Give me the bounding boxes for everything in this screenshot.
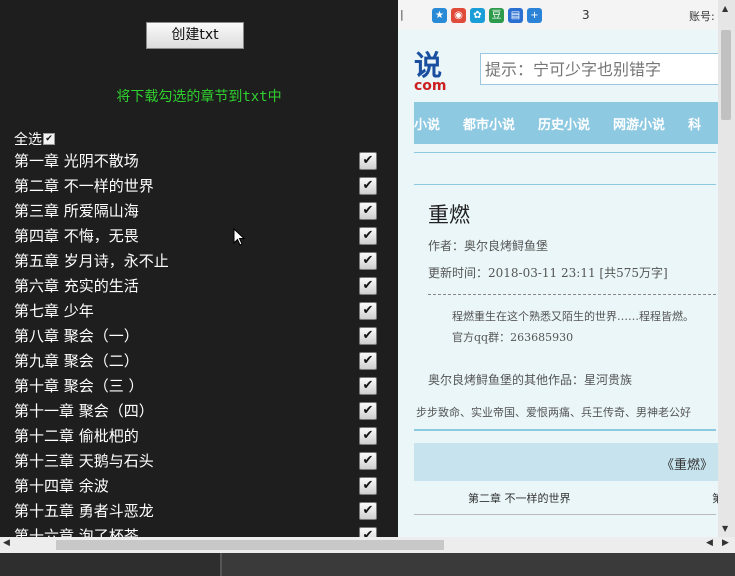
scroll-left-icon[interactable]: ◀ bbox=[3, 538, 10, 548]
scroll-down-icon[interactable]: ▼ bbox=[722, 524, 728, 533]
chapter-label: 第六章 充实的生活 bbox=[14, 277, 139, 295]
chapter-row: 第三章 所爱隔山海 ✔ bbox=[14, 198, 384, 223]
nav-item[interactable]: 小说 bbox=[414, 114, 440, 133]
chapter-row: 第十三章 天鹅与石头 ✔ bbox=[14, 448, 384, 473]
category-nav: 小说 都市小说 历史小说 网游小说 科 bbox=[414, 102, 720, 144]
chapter-label: 第十四章 余波 bbox=[14, 477, 109, 495]
chapter-label: 第四章 不悔，无畏 bbox=[14, 227, 139, 245]
chapter-label: 第十一章 聚会（四） bbox=[14, 402, 154, 420]
download-instruction: 将下载勾选的章节到txt中 bbox=[116, 89, 282, 105]
share-toolbar: | ★ ◉ ✿ 豆 ▤ + 3 账号: bbox=[398, 0, 718, 30]
chapter-checkbox[interactable]: ✔ bbox=[359, 176, 377, 195]
chapter-checkbox[interactable]: ✔ bbox=[359, 351, 377, 370]
scroll-right-icon[interactable]: ▶ bbox=[722, 538, 729, 548]
star-icon[interactable]: ★ bbox=[432, 8, 447, 23]
search-input[interactable] bbox=[480, 53, 720, 85]
recommend-tags[interactable]: 步步致命、实业帝国、爱恨两痛、兵王传奇、男神老公好 bbox=[416, 404, 691, 420]
select-all[interactable]: 全选 ✔ bbox=[14, 129, 55, 149]
chapter-row: 第十五章 勇者斗恶龙 ✔ bbox=[14, 498, 384, 523]
qzone-icon[interactable]: ✿ bbox=[470, 8, 485, 23]
nav-item[interactable]: 都市小说 bbox=[463, 114, 515, 133]
nav-item[interactable]: 历史小说 bbox=[538, 114, 590, 133]
chapter-label: 第三章 所爱隔山海 bbox=[14, 202, 139, 220]
chapter-panel: 创建txt 将下载勾选的章节到txt中 全选 ✔ 第一章 光阴不散场 ✔ 第二章 不… bbox=[0, 0, 398, 537]
scrollbar-thumb[interactable] bbox=[721, 30, 731, 120]
nav-item[interactable]: 网游小说 bbox=[613, 114, 665, 133]
scrollbar-thumb[interactable] bbox=[56, 540, 444, 550]
create-txt-button[interactable]: 创建txt bbox=[146, 22, 244, 49]
site-logo-com[interactable]: com bbox=[414, 78, 447, 94]
chapter-label: 第十章 聚会（三 ） bbox=[14, 377, 144, 395]
chapter-checkbox[interactable]: ✔ bbox=[359, 526, 377, 537]
chapter-label: 第七章 少年 bbox=[14, 302, 94, 320]
book-intro: 程燃重生在这个熟悉又陌生的世界……程程皆燃。 官方qq群：263685930 bbox=[452, 310, 694, 344]
scroll-right-icon[interactable]: ◀ bbox=[706, 538, 713, 548]
chapter-row: 第十章 聚会（三 ） ✔ bbox=[14, 373, 384, 398]
chapter-checkbox[interactable]: ✔ bbox=[359, 326, 377, 345]
chapter-checkbox[interactable]: ✔ bbox=[359, 426, 377, 445]
chapter-checkbox[interactable]: ✔ bbox=[359, 226, 377, 245]
weibo-icon[interactable]: ◉ bbox=[451, 8, 466, 23]
horizontal-scrollbar[interactable]: ◀ ◀ ▶ bbox=[0, 537, 735, 553]
douban-icon[interactable]: 豆 bbox=[489, 8, 504, 23]
plus-icon[interactable]: + bbox=[527, 8, 542, 23]
chapter-list: 第一章 光阴不散场 ✔ 第二章 不一样的世界 ✔ 第三章 所爱隔山海 ✔ 第四章 不悔，无畏… bbox=[14, 148, 384, 537]
chapter-label: 第十五章 勇者斗恶龙 bbox=[14, 502, 154, 520]
chapter-row: 第十四章 余波 ✔ bbox=[14, 473, 384, 498]
chapter-checkbox[interactable]: ✔ bbox=[359, 376, 377, 395]
chapter-checkbox[interactable]: ✔ bbox=[359, 251, 377, 270]
renren-icon[interactable]: ▤ bbox=[508, 8, 523, 23]
chapter-label: 第一章 光阴不散场 bbox=[14, 152, 139, 170]
section-title: 《重燃》 bbox=[660, 458, 713, 473]
chapter-checkbox[interactable]: ✔ bbox=[359, 151, 377, 170]
chapter-row: 第七章 少年 ✔ bbox=[14, 298, 384, 323]
chapter-row: 第十六章 泡了杯茶 ✔ bbox=[14, 523, 384, 537]
chapter-label: 第十六章 泡了杯茶 bbox=[14, 527, 139, 537]
chapter-checkbox[interactable]: ✔ bbox=[359, 201, 377, 220]
other-works[interactable]: 奥尔良烤鲟鱼堡的其他作品：星河贵族 bbox=[428, 371, 632, 388]
chapter-row: 第六章 充实的生活 ✔ bbox=[14, 273, 384, 298]
chapter-checkbox[interactable]: ✔ bbox=[359, 401, 377, 420]
book-title: 重燃 bbox=[428, 203, 470, 227]
chapter-row: 第二章 不一样的世界 ✔ bbox=[14, 173, 384, 198]
chapter-label: 第八章 聚会（一） bbox=[14, 327, 139, 345]
browser-page: | ★◉✿豆▤+ 3 账号: 说 com 小说都市小说历史小说网游小说科 重燃 … bbox=[398, 0, 735, 537]
chapter-row: 第九章 聚会（二） ✔ bbox=[14, 348, 384, 373]
account-label[interactable]: 账号: bbox=[689, 8, 715, 24]
page-scrollbar[interactable]: ▲ ▼ bbox=[718, 0, 735, 537]
chapter-row: 第八章 聚会（一） ✔ bbox=[14, 323, 384, 348]
book-update-time: 更新时间：2018-03-11 23:11 [共575万字] bbox=[428, 266, 668, 280]
mouse-cursor-icon bbox=[233, 228, 246, 246]
book-author: 作者：奥尔良烤鲟鱼堡 bbox=[428, 239, 549, 253]
chapter-checkbox[interactable]: ✔ bbox=[359, 476, 377, 495]
chapter-row: 第四章 不悔，无畏 ✔ bbox=[14, 223, 384, 248]
taskbar bbox=[0, 553, 735, 576]
divider bbox=[428, 294, 716, 295]
chapter-label: 第九章 聚会（二） bbox=[14, 352, 139, 370]
chapter-checkbox[interactable]: ✔ bbox=[359, 301, 377, 320]
chapter-row: 第一章 光阴不散场 ✔ bbox=[14, 148, 384, 173]
select-all-checkbox[interactable]: ✔ bbox=[43, 133, 55, 145]
chapter-row: 第五章 岁月诗，永不止 ✔ bbox=[14, 248, 384, 273]
chapter-section-header: 《重燃》 bbox=[414, 443, 718, 481]
chapter-link[interactable]: 第二章 不一样的世界 bbox=[468, 490, 571, 506]
share-count: 3 bbox=[582, 8, 590, 22]
select-all-label: 全选 bbox=[14, 132, 42, 148]
chapter-checkbox[interactable]: ✔ bbox=[359, 501, 377, 520]
chapter-row: 第十一章 聚会（四） ✔ bbox=[14, 398, 384, 423]
chapter-label: 第五章 岁月诗，永不止 bbox=[14, 252, 169, 270]
chapter-checkbox[interactable]: ✔ bbox=[359, 276, 377, 295]
chapter-label: 第十三章 天鹅与石头 bbox=[14, 452, 154, 470]
chapter-checkbox[interactable]: ✔ bbox=[359, 451, 377, 470]
scroll-up-icon[interactable]: ▲ bbox=[722, 4, 728, 13]
chapter-label: 第二章 不一样的世界 bbox=[14, 177, 154, 195]
nav-item[interactable]: 科 bbox=[688, 114, 701, 133]
chapter-label: 第十二章 偷枇杷的 bbox=[14, 427, 139, 445]
chapter-row: 第十二章 偷枇杷的 ✔ bbox=[14, 423, 384, 448]
